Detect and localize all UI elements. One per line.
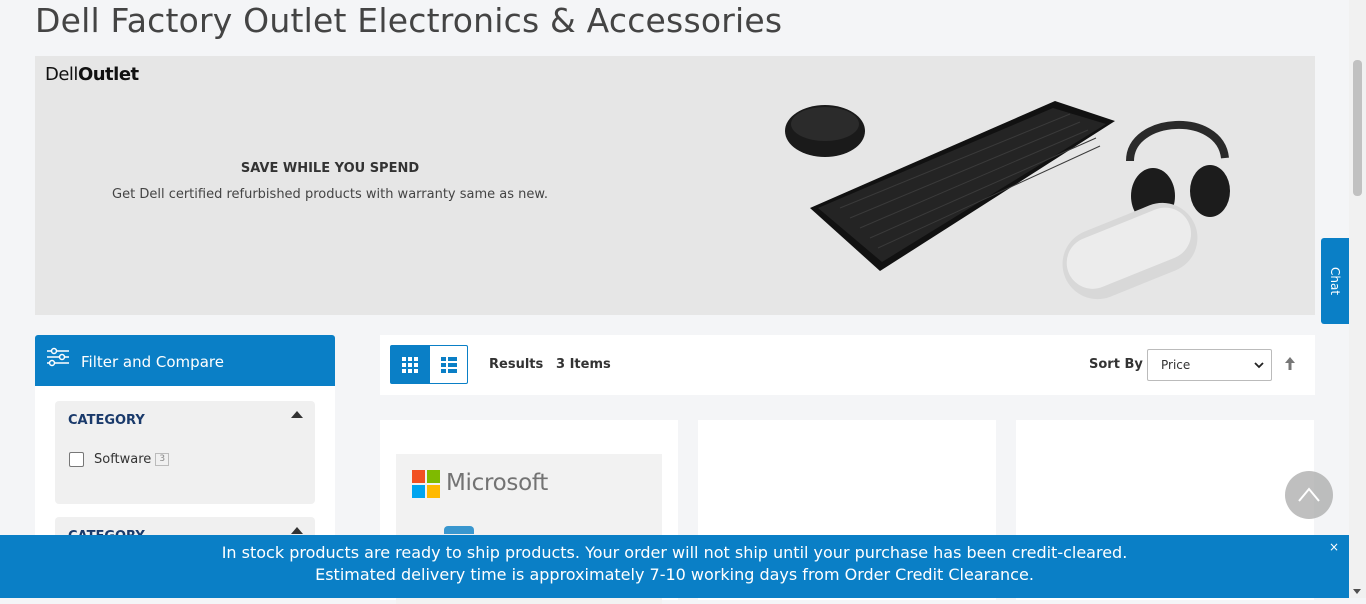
scrollbar-thumb[interactable] (1353, 60, 1362, 196)
results-count: 3 Items (556, 357, 611, 372)
scroll-down-arrow-icon[interactable] (1353, 589, 1361, 594)
sort-label: Sort By (1089, 357, 1143, 372)
banner-heading: SAVE WHILE YOU SPEND (240, 161, 420, 176)
collapse-arrow-icon[interactable] (291, 411, 303, 418)
collapse-arrow-icon-2[interactable] (291, 527, 303, 534)
microsoft-logo-icon (412, 470, 440, 498)
shipping-notice-bar: In stock products are ready to ship prod… (0, 535, 1349, 598)
filter-header-label: Filter and Compare (81, 353, 224, 371)
sort-direction-arrow-icon[interactable] (1284, 356, 1296, 371)
category-title: CATEGORY (68, 413, 145, 428)
notice-line-1: In stock products are ready to ship prod… (221, 543, 1128, 562)
page-scrollbar[interactable] (1349, 0, 1366, 598)
sort-select-value: Price (1161, 358, 1191, 372)
results-toolbar: Results 3 Items Sort By Price (380, 335, 1315, 395)
software-label: Software (94, 452, 152, 467)
category-section: CATEGORY Software 3 (55, 401, 315, 504)
category-option-software[interactable]: Software 3 (69, 452, 170, 467)
filter-panel: CATEGORY Software3 CATEGORY (35, 386, 335, 557)
chat-tab[interactable]: Chat (1321, 238, 1349, 324)
list-view-button[interactable] (429, 345, 468, 384)
promo-banner[interactable]: DellOutlet SAVE WHILE YOU SPEND Get Dell… (35, 56, 1315, 315)
back-to-top-button[interactable] (1285, 471, 1333, 519)
page-title: Dell Factory Outlet Electronics & Access… (35, 1, 783, 40)
grid-view-button[interactable] (390, 345, 429, 384)
results-label: Results (489, 357, 544, 372)
accessories-image (785, 101, 1230, 300)
sort-select[interactable]: Price (1147, 349, 1272, 381)
grid-icon (402, 357, 418, 373)
notice-line-2: Estimated delivery time is approximately… (315, 565, 1034, 584)
banner-subtext: Get Dell certified refurbished products … (112, 187, 548, 202)
software-checkbox[interactable] (69, 452, 84, 467)
dell-outlet-logo: DellOutlet (45, 64, 139, 85)
chevron-down-icon (1254, 362, 1264, 369)
product-brand: Microsoft (446, 470, 548, 496)
list-icon (441, 357, 457, 373)
sliders-icon (47, 347, 69, 367)
product-art-partial (444, 526, 474, 534)
software-count: 3 (155, 453, 170, 466)
filter-header[interactable]: Filter and Compare (35, 335, 335, 386)
chevron-up-icon (1298, 487, 1320, 502)
close-icon[interactable]: × (1329, 540, 1339, 554)
